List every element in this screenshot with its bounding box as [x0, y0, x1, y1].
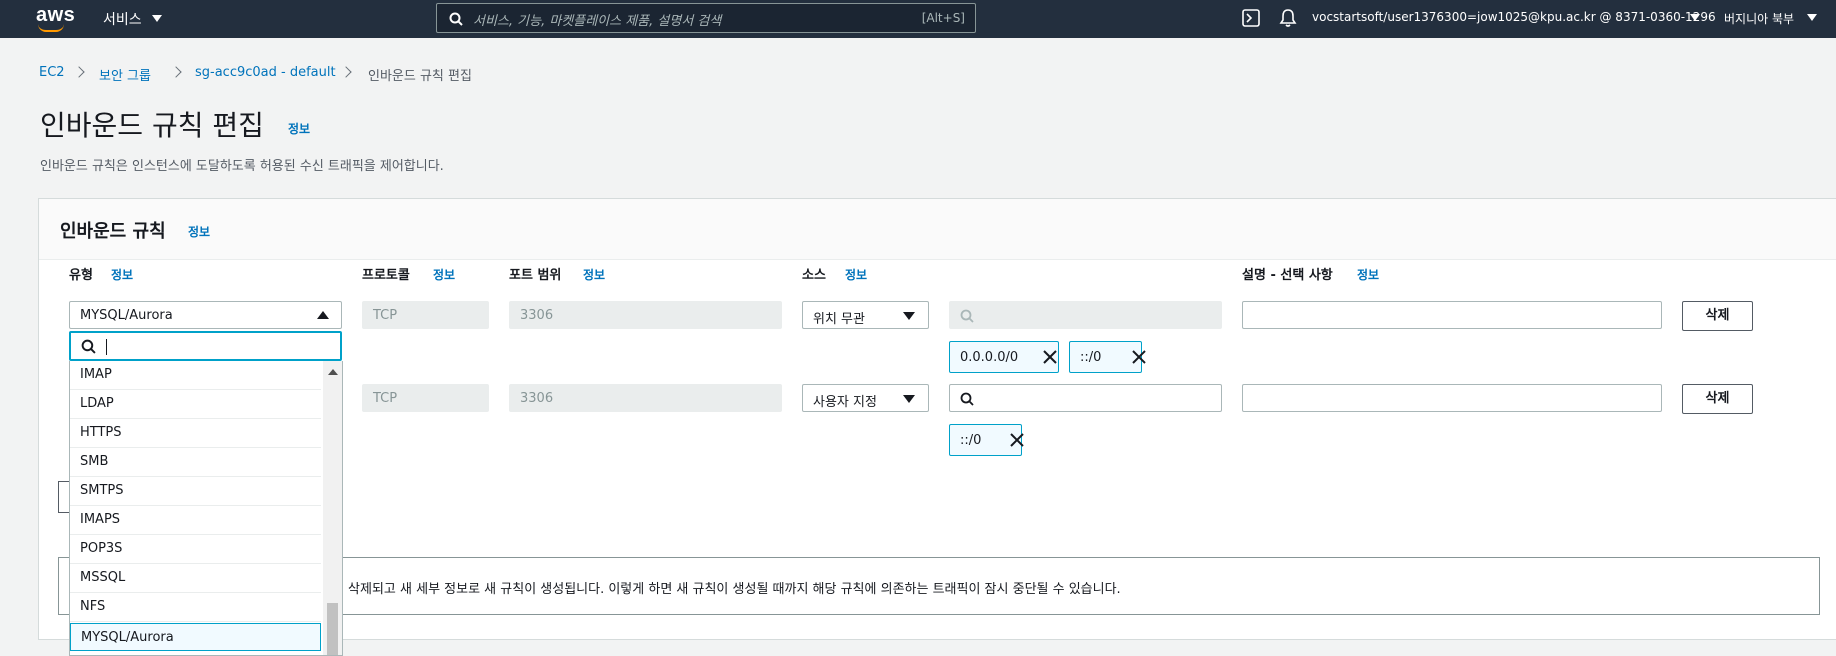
- option-label: IMAPS: [80, 512, 121, 527]
- alert-text: 칙이 삭제되고 새 세부 정보로 새 규칙이 생성됩니다. 이렇게 하면 새 규…: [320, 582, 1121, 597]
- search-icon: [960, 309, 974, 323]
- breadcrumb-current: 인바운드 규칙 편집: [368, 69, 472, 84]
- cidr-token-label: ::/0: [960, 433, 982, 448]
- option-label: MYSQL/Aurora: [81, 630, 174, 645]
- delete-button[interactable]: 삭제: [1682, 384, 1753, 414]
- protocol-value: TCP: [373, 308, 398, 323]
- section-info-link[interactable]: 정보: [188, 223, 210, 240]
- option-label: SMB: [80, 454, 109, 469]
- close-icon[interactable]: [1132, 350, 1146, 364]
- column-type: 유형: [69, 268, 93, 283]
- port-info-link[interactable]: 정보: [583, 266, 605, 283]
- search-bar[interactable]: 서비스, 기능, 마켓플레이스 제품, 설명서 검색 [Alt+S]: [436, 3, 976, 33]
- type-select[interactable]: MYSQL/Aurora: [69, 301, 342, 329]
- type-filter-input[interactable]: [69, 331, 342, 361]
- protocol-field: TCP: [362, 384, 489, 412]
- chevron-right-icon: [340, 66, 352, 78]
- dropdown-option[interactable]: NFS: [70, 593, 321, 622]
- search-icon: [81, 339, 96, 354]
- dropdown-option[interactable]: MSSQL: [70, 564, 321, 593]
- option-label: MSSQL: [80, 570, 126, 585]
- option-label: SMTPS: [80, 483, 124, 498]
- top-navigation: aws 서비스 서비스, 기능, 마켓플레이스 제품, 설명서 검색 [Alt+…: [0, 0, 1836, 38]
- scrollbar-thumb[interactable]: [327, 603, 338, 655]
- close-icon[interactable]: [1043, 350, 1057, 364]
- option-label: IMAP: [80, 367, 112, 382]
- page-description: 인바운드 규칙은 인스턴스에 도달하도록 허용된 수신 트래픽을 제어합니다.: [40, 159, 444, 174]
- dropdown-option-selected[interactable]: MYSQL/Aurora: [70, 623, 321, 651]
- port-range-field: 3306: [509, 384, 782, 412]
- port-range-field: 3306: [509, 301, 782, 329]
- account-menu[interactable]: vocstartsoft/user1376300=jow1025@kpu.ac.…: [1312, 10, 1716, 24]
- caret-up-icon: [317, 311, 329, 319]
- search-icon: [449, 12, 463, 26]
- caret-down-icon[interactable]: [152, 15, 162, 22]
- dropdown-scrollbar[interactable]: [323, 361, 342, 655]
- option-label: NFS: [80, 599, 106, 614]
- section-title: 인바운드 규칙: [60, 221, 166, 242]
- option-label: LDAP: [80, 396, 114, 411]
- source-value: 사용자 지정: [813, 395, 877, 410]
- panel-header: 인바운드 규칙 정보: [39, 199, 1836, 260]
- text-cursor: [106, 339, 107, 355]
- description-input[interactable]: [1242, 301, 1662, 329]
- close-icon[interactable]: [1010, 433, 1024, 447]
- services-menu[interactable]: 서비스: [103, 9, 142, 29]
- bell-icon[interactable]: [1279, 8, 1297, 28]
- source-info-link[interactable]: 정보: [845, 266, 867, 283]
- scroll-up-arrow-icon[interactable]: [328, 369, 338, 375]
- page-info-link[interactable]: 정보: [288, 120, 310, 137]
- dropdown-option[interactable]: IMAP: [70, 361, 321, 390]
- source-cidr-input[interactable]: [949, 384, 1222, 412]
- dropdown-option[interactable]: LDAP: [70, 390, 321, 419]
- source-value: 위치 무관: [813, 312, 865, 327]
- page-title: 인바운드 규칙 편집: [40, 109, 264, 142]
- cidr-token: 0.0.0.0/0: [949, 341, 1059, 373]
- region-menu[interactable]: 버지니아 북부: [1724, 10, 1794, 27]
- port-value: 3306: [520, 391, 554, 406]
- caret-down-icon: [903, 312, 915, 320]
- dropdown-option[interactable]: IMAPS: [70, 506, 321, 535]
- breadcrumb-security-group[interactable]: sg-acc9c0ad - default: [195, 65, 336, 80]
- description-info-link[interactable]: 정보: [1357, 266, 1379, 283]
- source-select[interactable]: 위치 무관: [802, 301, 929, 329]
- search-placeholder: 서비스, 기능, 마켓플레이스 제품, 설명서 검색: [473, 14, 722, 29]
- breadcrumb-security-groups[interactable]: 보안 그룹: [99, 65, 151, 84]
- cidr-token-label: 0.0.0.0/0: [960, 350, 1019, 365]
- option-label: POP3S: [80, 541, 123, 556]
- description-input[interactable]: [1242, 384, 1662, 412]
- cidr-token: ::/0: [949, 424, 1024, 456]
- protocol-field: TCP: [362, 301, 489, 329]
- column-port-range: 포트 범위: [509, 268, 562, 283]
- search-icon: [960, 392, 974, 406]
- option-label: HTTPS: [80, 425, 122, 440]
- chevron-right-icon: [170, 66, 182, 78]
- cidr-token: ::/0: [1069, 341, 1146, 373]
- caret-down-icon[interactable]: [1690, 14, 1700, 21]
- type-info-link[interactable]: 정보: [111, 266, 133, 283]
- column-source: 소스: [802, 268, 826, 283]
- dropdown-option[interactable]: POP3S: [70, 535, 321, 564]
- cloudshell-icon[interactable]: [1242, 9, 1260, 27]
- column-description: 설명 - 선택 사항: [1242, 268, 1333, 283]
- dropdown-option[interactable]: HTTPS: [70, 419, 321, 448]
- port-value: 3306: [520, 308, 554, 323]
- cidr-token-label: ::/0: [1080, 350, 1102, 365]
- chevron-right-icon: [73, 66, 85, 78]
- source-cidr-input[interactable]: [949, 301, 1222, 329]
- aws-logo-smile: [38, 24, 64, 32]
- caret-down-icon: [903, 395, 915, 403]
- protocol-info-link[interactable]: 정보: [433, 266, 455, 283]
- dropdown-option[interactable]: SMTPS: [70, 477, 321, 506]
- dropdown-option[interactable]: SMB: [70, 448, 321, 477]
- protocol-value: TCP: [373, 391, 398, 406]
- caret-down-icon[interactable]: [1807, 14, 1817, 21]
- search-shortcut: [Alt+S]: [921, 11, 965, 25]
- type-dropdown-list[interactable]: IMAP LDAP HTTPS SMB SMTPS IMAPS POP3S MS…: [69, 361, 343, 656]
- breadcrumb-ec2[interactable]: EC2: [39, 65, 65, 80]
- source-select[interactable]: 사용자 지정: [802, 384, 929, 412]
- column-protocol: 프로토콜: [362, 268, 410, 283]
- type-select-value: MYSQL/Aurora: [80, 308, 173, 323]
- delete-button[interactable]: 삭제: [1682, 301, 1753, 331]
